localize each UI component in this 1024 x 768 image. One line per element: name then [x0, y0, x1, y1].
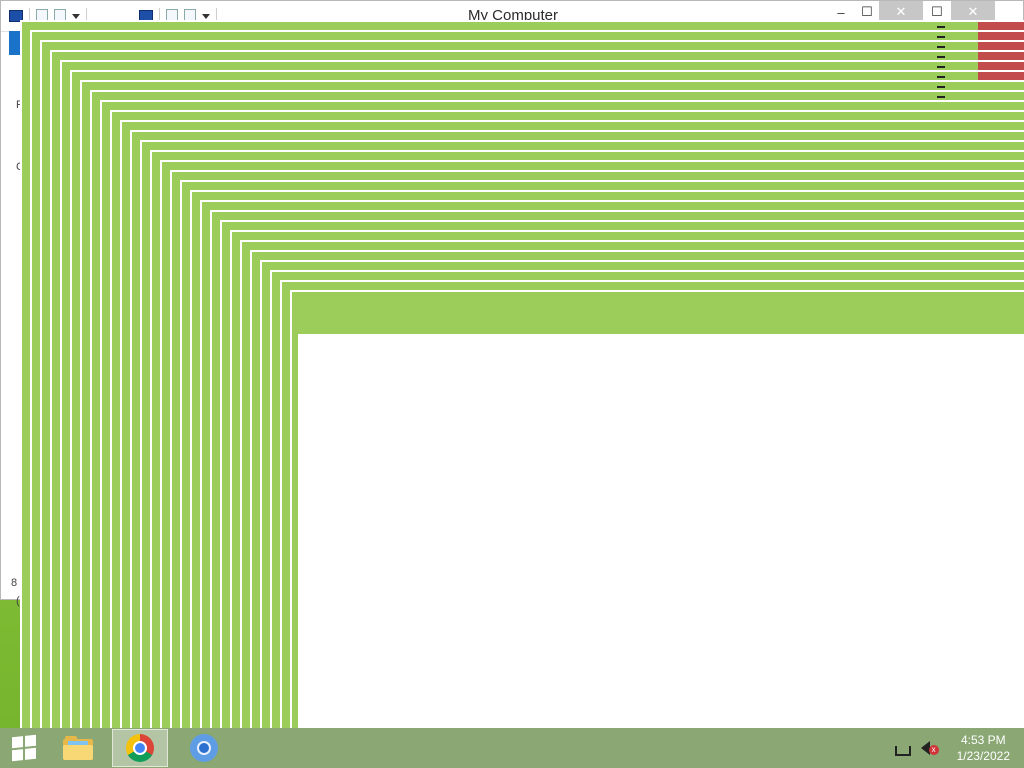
- minimize-icon[interactable]: [937, 46, 945, 48]
- volume-muted-icon[interactable]: x: [920, 740, 939, 756]
- chromium-icon: [190, 734, 218, 762]
- windows-logo-icon: [12, 734, 36, 762]
- minimize-icon[interactable]: [937, 76, 945, 78]
- chrome-icon: [126, 734, 154, 762]
- minimize-icon[interactable]: [937, 56, 945, 58]
- clock-time: 4:53 PM: [960, 733, 1006, 747]
- start-button[interactable]: [0, 728, 48, 768]
- network-icon[interactable]: [894, 740, 913, 756]
- minimize-icon[interactable]: [937, 36, 945, 38]
- minimize-icon[interactable]: [937, 96, 945, 98]
- system-tray: x 4:53 PM 1/23/2022: [894, 728, 1024, 768]
- minimize-icon[interactable]: [937, 86, 945, 88]
- folder-icon: [63, 736, 93, 760]
- taskbar-chromium[interactable]: [176, 729, 232, 767]
- minimize-icon[interactable]: [937, 66, 945, 68]
- minimize-icon[interactable]: [937, 26, 945, 28]
- clock[interactable]: 4:53 PM 1/23/2022: [957, 732, 1010, 764]
- taskbar: x 4:53 PM 1/23/2022: [0, 728, 1024, 768]
- clock-date: 1/23/2022: [956, 749, 1010, 763]
- window-content-area[interactable]: [298, 334, 1024, 728]
- taskbar-file-explorer[interactable]: [50, 729, 106, 767]
- taskbar-chrome[interactable]: [112, 729, 168, 767]
